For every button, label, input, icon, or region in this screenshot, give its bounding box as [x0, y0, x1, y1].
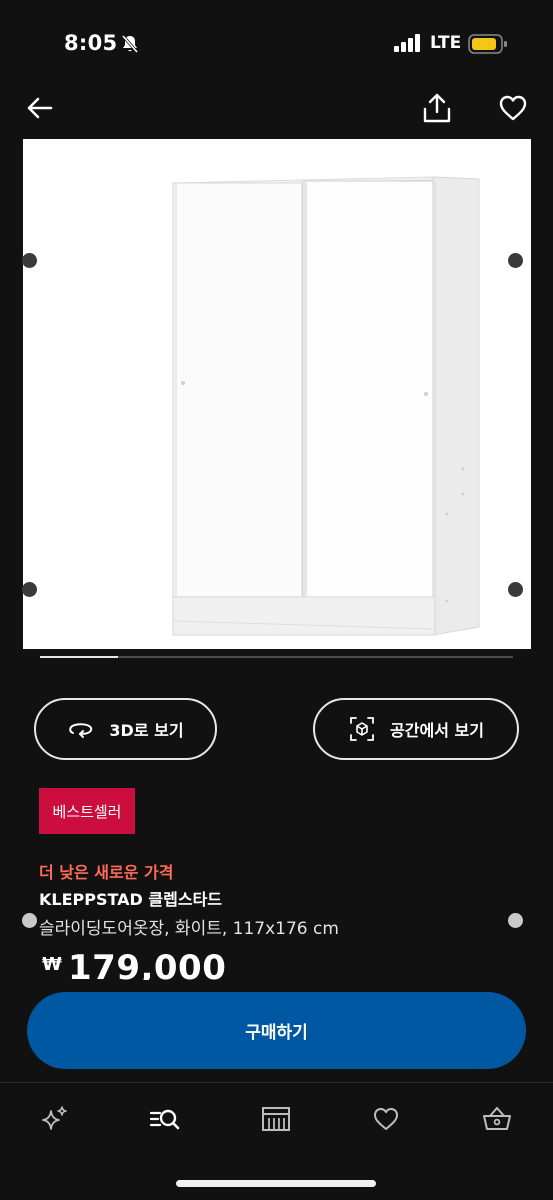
carousel-handle[interactable] — [22, 582, 37, 597]
battery-icon — [468, 34, 508, 58]
carousel-handle[interactable] — [508, 913, 523, 928]
price-promo-label: 더 낮은 새로운 가격 — [39, 863, 174, 882]
carousel-handle[interactable] — [508, 582, 523, 597]
view-3d-button[interactable]: 3D로 보기 — [34, 698, 217, 760]
product-image[interactable] — [23, 139, 531, 649]
rotate-3d-icon — [69, 723, 93, 738]
carousel-progress-fill — [40, 656, 119, 658]
view-in-space-button[interactable]: 공간에서 보기 — [313, 698, 519, 760]
currency-symbol: ₩ — [42, 954, 62, 975]
share-icon — [423, 93, 451, 123]
product-description: 슬라이딩도어옷장, 화이트, 117x176 cm — [39, 919, 339, 939]
heart-icon — [374, 1108, 398, 1130]
view-in-space-label: 공간에서 보기 — [390, 721, 484, 740]
tab-search[interactable] — [149, 1103, 181, 1135]
tab-basket[interactable] — [481, 1103, 513, 1135]
favorite-button[interactable] — [497, 92, 529, 124]
ar-cube-icon — [350, 717, 374, 741]
bell-slash-icon — [120, 34, 140, 58]
signal-icon — [394, 34, 422, 56]
carousel-progress — [40, 656, 513, 658]
back-button[interactable] — [24, 92, 56, 124]
bestseller-badge: 베스트셀러 — [39, 788, 135, 834]
status-bar: 8:05 LTE — [0, 0, 553, 80]
store-icon — [262, 1107, 290, 1131]
basket-icon — [483, 1107, 511, 1130]
network-label: LTE — [430, 33, 462, 53]
buy-button[interactable]: 구매하기 — [27, 992, 526, 1069]
product-name: KLEPPSTAD 클렙스타드 — [39, 890, 223, 909]
wardrobe-illustration — [172, 176, 480, 636]
price-value: 179,000 — [68, 948, 227, 980]
view-3d-label: 3D로 보기 — [109, 721, 184, 740]
home-indicator — [176, 1180, 376, 1187]
search-list-icon — [149, 1109, 180, 1130]
sparkle-icon — [42, 1106, 67, 1130]
tab-inspiration[interactable] — [39, 1103, 71, 1135]
tab-bar — [0, 1083, 553, 1153]
carousel-handle[interactable] — [508, 253, 523, 268]
carousel-handle[interactable] — [22, 253, 37, 268]
top-nav — [0, 88, 553, 128]
heart-icon — [499, 95, 527, 121]
tab-favorites[interactable] — [370, 1103, 402, 1135]
status-time: 8:05 — [64, 31, 118, 55]
carousel-handle[interactable] — [22, 913, 37, 928]
tab-store[interactable] — [260, 1103, 292, 1135]
price: ₩ 179,000 — [40, 948, 300, 980]
share-button[interactable] — [420, 91, 454, 125]
back-arrow-icon — [27, 97, 53, 119]
